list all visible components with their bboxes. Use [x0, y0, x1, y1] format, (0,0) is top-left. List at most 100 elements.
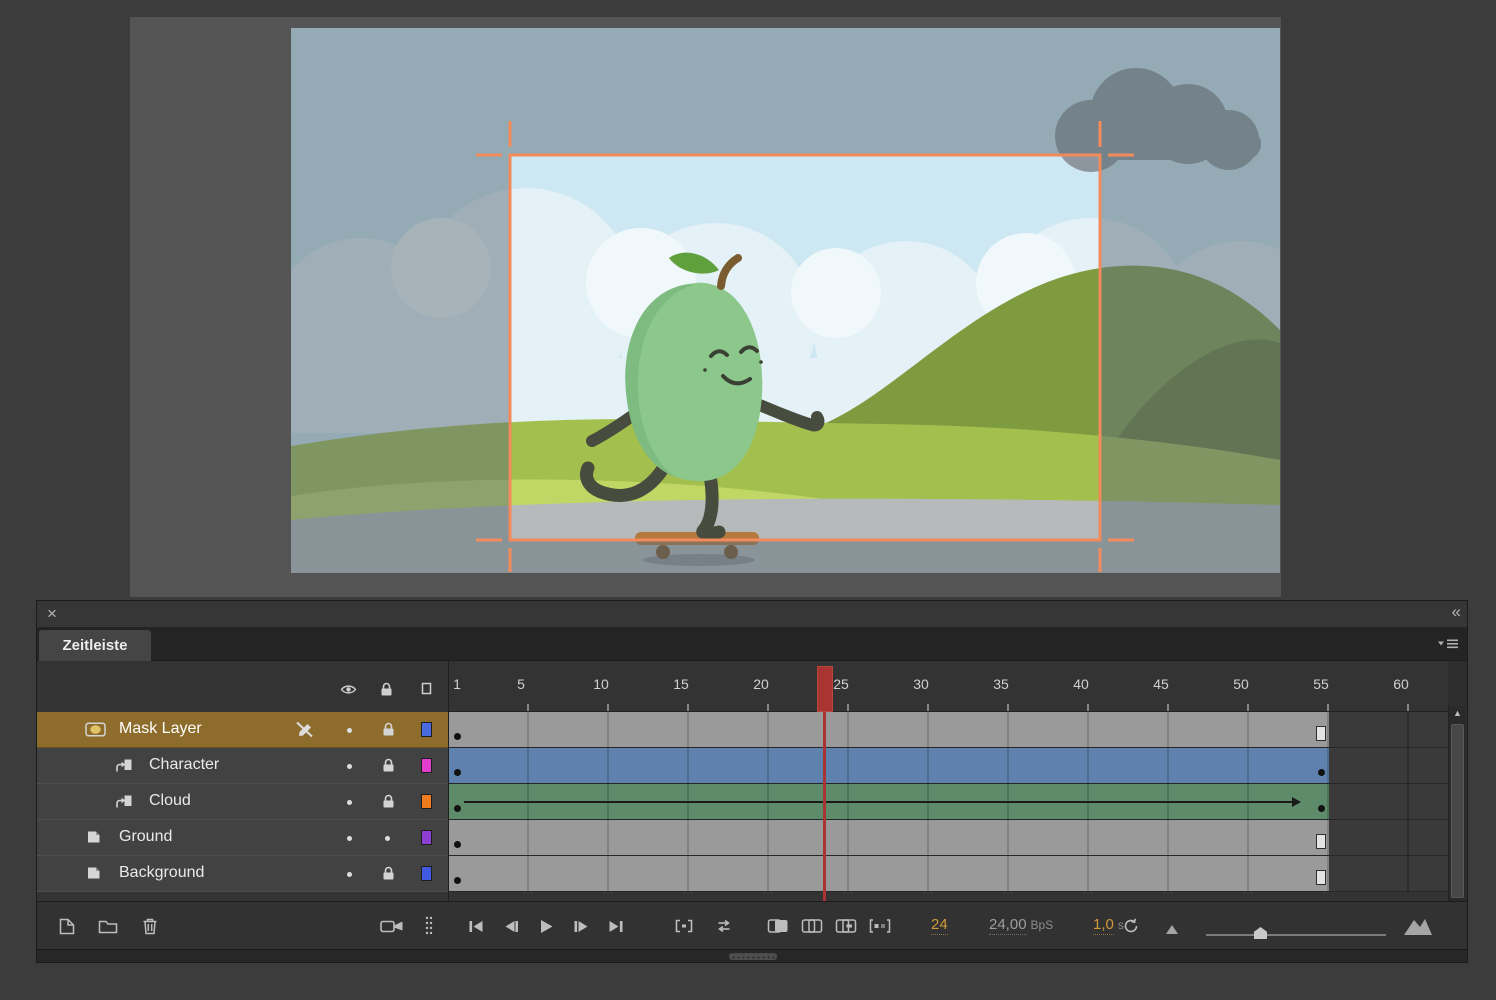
span-end-marker[interactable]	[1316, 870, 1326, 885]
layer-visible-dot[interactable]	[347, 836, 352, 841]
panel-header: × «	[37, 601, 1467, 627]
keyframe-dot[interactable]	[454, 841, 461, 848]
loop-playback-button[interactable]	[709, 911, 739, 941]
current-frame-readout[interactable]: 24	[931, 916, 948, 933]
scroll-up-icon[interactable]: ▲	[1453, 708, 1462, 718]
horizontal-scrollbar-thumb[interactable]	[729, 953, 777, 960]
ruler-number: 35	[993, 676, 1009, 692]
layer-color-swatch[interactable]	[421, 722, 432, 737]
ruler-number: 5	[517, 676, 525, 692]
keyframe-dot[interactable]	[1318, 769, 1325, 776]
onion-skin-outlines-button[interactable]	[797, 911, 827, 941]
layer-lock-icon[interactable]	[382, 866, 395, 881]
frame-span[interactable]	[449, 748, 1329, 783]
edit-multiple-frames-button[interactable]	[831, 911, 861, 941]
frame-grid[interactable]	[449, 712, 1448, 892]
layer-visible-dot[interactable]	[347, 872, 352, 877]
layer-row-ground[interactable]: Ground	[37, 820, 448, 856]
layer-name: Cloud	[149, 792, 191, 810]
keyframe-dot[interactable]	[454, 877, 461, 884]
layer-color-swatch[interactable]	[421, 866, 432, 881]
playhead-marker[interactable]	[817, 666, 833, 712]
timeline-zoom-slider[interactable]	[1206, 934, 1386, 936]
panel-menu-icon[interactable]	[1437, 637, 1459, 651]
new-folder-button[interactable]	[93, 911, 123, 941]
frame-area[interactable]: 1 5 10 15 20 25 30 35 40 45 50 55 60	[449, 661, 1448, 901]
layer-row-background[interactable]: Background	[37, 856, 448, 892]
reset-timer-icon[interactable]	[1119, 914, 1143, 938]
frame-row-character[interactable]	[449, 748, 1448, 784]
ruler-number: 15	[673, 676, 689, 692]
span-end-marker[interactable]	[1316, 726, 1326, 741]
layer-name: Ground	[119, 828, 172, 846]
layer-lock-icon[interactable]	[382, 722, 395, 737]
layer-row-cloud[interactable]: Cloud	[37, 784, 448, 820]
frame-ruler[interactable]: 1 5 10 15 20 25 30 35 40 45 50 55 60	[449, 661, 1448, 712]
visibility-column-eye-icon[interactable]	[340, 684, 357, 695]
layer-visible-dot[interactable]	[347, 728, 352, 733]
layer-lock-icon[interactable]	[382, 758, 395, 773]
layer-name: Mask Layer	[119, 720, 202, 738]
step-back-button[interactable]	[496, 911, 526, 941]
frame-rate-readout[interactable]: 24,00BpS	[989, 916, 1053, 933]
layer-name: Background	[119, 864, 204, 882]
center-frame-button[interactable]	[669, 911, 699, 941]
timeline-toolbar: 24 24,00BpS 1,0s	[37, 901, 1467, 949]
frame-row-mask-layer[interactable]	[449, 712, 1448, 748]
ruler-number: 1	[453, 676, 461, 692]
layer-color-swatch[interactable]	[421, 758, 432, 773]
vertical-scrollbar-thumb[interactable]	[1451, 724, 1464, 898]
layer-visible-dot[interactable]	[347, 800, 352, 805]
keyframe-dot[interactable]	[454, 805, 461, 812]
pane-grip-icon[interactable]	[421, 911, 437, 941]
onion-skin-button[interactable]	[763, 911, 793, 941]
layer-lock-icon[interactable]	[382, 794, 395, 809]
layer-color-swatch[interactable]	[421, 794, 432, 809]
vertical-scrollbar[interactable]: ▲	[1448, 706, 1465, 901]
span-end-marker[interactable]	[1316, 834, 1326, 849]
frame-span[interactable]	[449, 784, 1329, 819]
layer-row-mask-layer[interactable]: Mask Layer	[37, 712, 448, 748]
keyframe-dot[interactable]	[454, 769, 461, 776]
stage[interactable]	[130, 17, 1281, 597]
ruler-number: 10	[593, 676, 609, 692]
ruler-number: 50	[1233, 676, 1249, 692]
ruler-number: 45	[1153, 676, 1169, 692]
zoom-slider-thumb[interactable]	[1254, 927, 1267, 939]
ruler-ticks	[449, 704, 1448, 711]
horizontal-scrollbar[interactable]	[37, 949, 1467, 962]
tab-zeitleiste[interactable]: Zeitleiste	[39, 630, 151, 661]
layer-icon	[85, 830, 102, 844]
zoom-in-mountain-icon[interactable]	[1403, 916, 1433, 936]
layer-list: Mask Layer	[37, 712, 448, 892]
frame-row-background[interactable]	[449, 856, 1448, 892]
layer-row-character[interactable]: Character	[37, 748, 448, 784]
modify-onion-markers-button[interactable]	[865, 911, 895, 941]
timeline-panel: × « Zeitleiste	[36, 600, 1468, 963]
step-forward-button[interactable]	[566, 911, 596, 941]
close-icon[interactable]: ×	[47, 603, 57, 625]
collapse-icon[interactable]: «	[1452, 602, 1459, 622]
keyframe-dot[interactable]	[454, 733, 461, 740]
delete-layer-button[interactable]	[135, 911, 165, 941]
goto-last-frame-button[interactable]	[601, 911, 631, 941]
frame-row-cloud[interactable]	[449, 784, 1448, 820]
tween-arrow-head	[1292, 797, 1301, 807]
outline-column-icon[interactable]	[421, 682, 432, 695]
goto-first-frame-button[interactable]	[461, 911, 491, 941]
lock-column-lock-icon[interactable]	[380, 682, 393, 697]
frame-span[interactable]	[449, 856, 1329, 891]
camera-button[interactable]	[377, 911, 407, 941]
zoom-out-mountain-icon[interactable]	[1165, 923, 1179, 935]
layer-color-swatch[interactable]	[421, 830, 432, 845]
ruler-number: 60	[1393, 676, 1409, 692]
stage-artwork[interactable]	[291, 28, 1280, 573]
frame-span[interactable]	[449, 820, 1329, 855]
new-layer-button[interactable]	[51, 911, 81, 941]
layer-visible-dot[interactable]	[347, 764, 352, 769]
frame-span[interactable]	[449, 712, 1329, 747]
play-button[interactable]	[531, 911, 561, 941]
keyframe-dot[interactable]	[1318, 805, 1325, 812]
layer-unlocked-dot[interactable]	[385, 836, 390, 841]
frame-row-ground[interactable]	[449, 820, 1448, 856]
